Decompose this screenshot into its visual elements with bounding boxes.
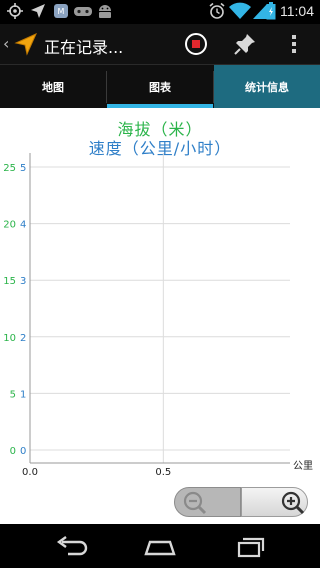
- android-icon: [99, 5, 111, 18]
- y-tick-label-speed: 0: [20, 446, 26, 457]
- gamepad-icon: [74, 7, 92, 16]
- x-tick-label: 0.5: [155, 467, 171, 478]
- tab-map[interactable]: 地图: [0, 65, 106, 108]
- home-icon[interactable]: [140, 534, 180, 558]
- news-icon: M: [54, 4, 68, 18]
- wifi-icon: [229, 2, 251, 19]
- battery-icon: [266, 2, 276, 20]
- x-axis-label: 公里: [293, 460, 313, 472]
- tab-bar: 地图 图表 统计信息: [0, 64, 320, 108]
- zoom-in-icon: [281, 491, 305, 515]
- tab-chart[interactable]: 图表: [107, 65, 213, 108]
- y-tick-label-speed: 1: [20, 389, 26, 400]
- recording-title: 正在记录...: [44, 38, 124, 57]
- tab-stats-label: 统计信息: [245, 80, 289, 94]
- chart-plot: 25 520 415 310 25 10 00.0 0.5公里: [3, 153, 313, 478]
- y-tick-label-speed: 2: [20, 333, 26, 344]
- status-clock: 11:04: [280, 3, 314, 19]
- y-tick-label-speed: 3: [20, 276, 26, 287]
- tab-stats[interactable]: 统计信息: [214, 65, 320, 108]
- navigation-bar: [0, 524, 320, 568]
- zoom-controls: [174, 487, 308, 517]
- x-tick-label: 0.0: [22, 467, 38, 478]
- y-tick-label-elevation: 5: [10, 389, 16, 400]
- y-tick-label-elevation: 25: [3, 163, 16, 174]
- zoom-out-icon: [183, 491, 207, 515]
- y-tick-label-speed: 4: [20, 220, 26, 231]
- y-tick-label-elevation: 15: [3, 276, 16, 287]
- y-tick-label-elevation: 10: [3, 333, 16, 344]
- alarm-icon: [209, 2, 225, 19]
- tab-chart-label: 图表: [149, 80, 171, 94]
- zoom-in-button[interactable]: [241, 487, 308, 517]
- location-arrow-icon: [31, 4, 45, 18]
- y-tick-label-elevation: 0: [10, 446, 16, 457]
- tab-map-label: 地图: [42, 80, 64, 94]
- chart-area[interactable]: 海拔（米） 速度（公里/小时） 25 5 20 4 15 3 10 2 5 1 0 0 0.0 0.5 公里: [0, 108, 320, 524]
- y-tick-label-elevation: 20: [3, 220, 16, 231]
- zoom-out-button[interactable]: [174, 487, 241, 517]
- pin-icon[interactable]: [233, 32, 257, 56]
- stop-recording-icon[interactable]: [184, 32, 208, 56]
- back-icon[interactable]: [52, 534, 92, 558]
- recent-apps-icon[interactable]: [228, 534, 268, 558]
- y-tick-label-speed: 5: [20, 163, 26, 174]
- arrow-navigation-icon[interactable]: [14, 32, 38, 56]
- status-bar: M 11:04: [0, 0, 320, 24]
- up-caret-icon[interactable]: ‹: [3, 34, 9, 53]
- gps-icon: [7, 3, 23, 19]
- svg-text:M: M: [58, 7, 65, 16]
- action-bar: ‹ 正在记录...: [0, 24, 320, 64]
- overflow-menu-icon[interactable]: [286, 32, 302, 56]
